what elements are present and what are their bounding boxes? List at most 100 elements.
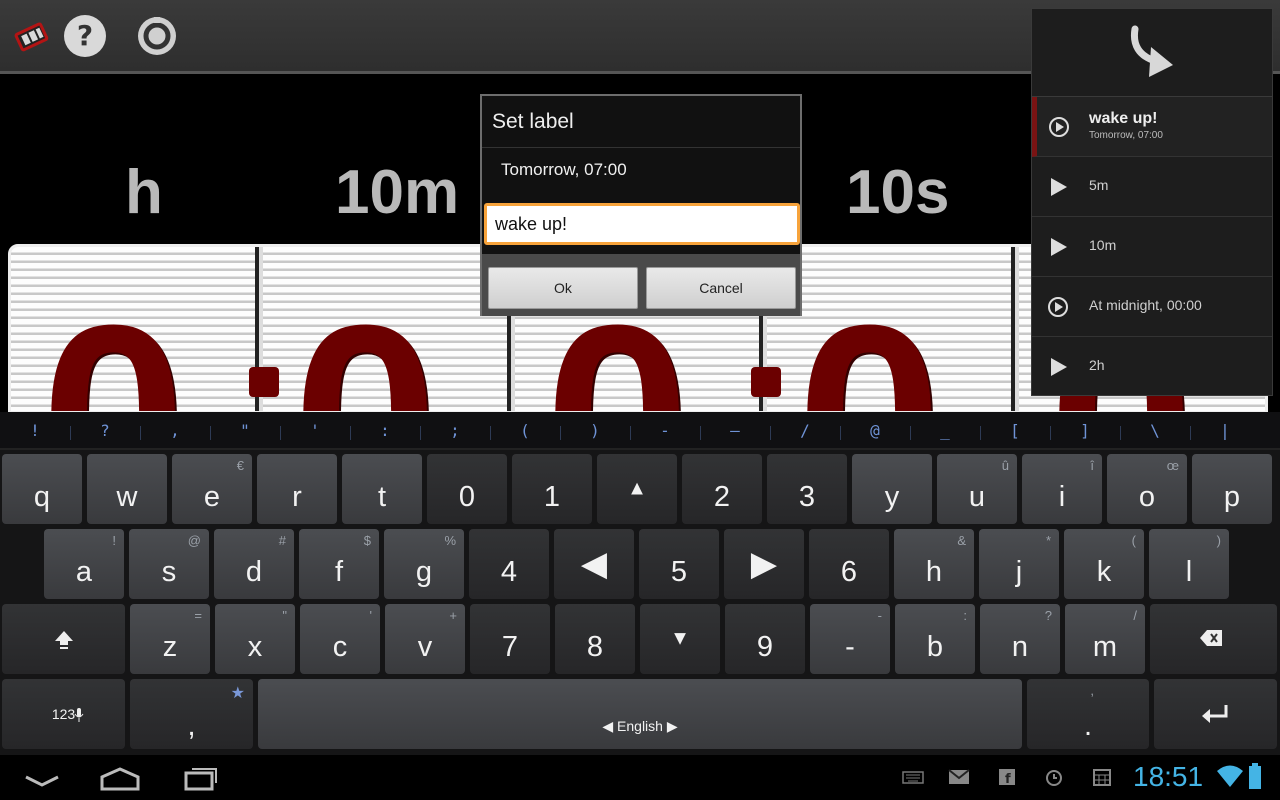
symbol-divider xyxy=(210,426,211,440)
key-label: z xyxy=(162,631,178,663)
minutes-tens-digit: 0 xyxy=(293,287,438,411)
panel-item-wake-up[interactable]: wake up! Tomorrow, 07:00 xyxy=(1032,97,1272,157)
key[interactable]: a! xyxy=(44,529,124,599)
key[interactable]: x " xyxy=(215,604,295,674)
key-label: 7 xyxy=(501,631,519,663)
key[interactable]: r xyxy=(257,454,337,524)
symbol-suggestion[interactable]: \ xyxy=(1120,412,1190,450)
symbol-suggestion[interactable]: : xyxy=(350,412,420,450)
key[interactable]: s @ xyxy=(129,529,209,599)
key-label: 0 xyxy=(458,481,476,513)
enter-key[interactable] xyxy=(1154,679,1277,749)
minutes-tens-reel[interactable]: 0 xyxy=(263,247,511,411)
colon-separator xyxy=(249,367,279,397)
symbol-suggestion[interactable]: ( xyxy=(490,412,560,450)
space-key[interactable]: ◀ English ▶ xyxy=(258,679,1022,749)
recent-apps-icon[interactable] xyxy=(178,763,222,793)
key[interactable]: ▶ xyxy=(724,529,804,599)
panel-item-5m[interactable]: 5m xyxy=(1032,157,1272,217)
panel-item-10m[interactable]: 10m xyxy=(1032,217,1272,277)
panel-item-2h[interactable]: 2h xyxy=(1032,337,1272,397)
key[interactable]: h & xyxy=(894,529,974,599)
key[interactable]: n? xyxy=(980,604,1060,674)
settings-gear-icon[interactable] xyxy=(136,15,178,57)
key[interactable]: f $ xyxy=(299,529,379,599)
key[interactable]: 9 xyxy=(725,604,805,674)
cancel-button[interactable]: Cancel xyxy=(646,267,796,309)
symbol-suggestion[interactable]: ] xyxy=(1050,412,1120,450)
key[interactable]: oœ xyxy=(1107,454,1187,524)
app-logo-icon[interactable] xyxy=(10,15,52,57)
symbol-suggestion[interactable]: _ xyxy=(910,412,980,450)
help-icon[interactable]: ? xyxy=(64,15,106,57)
symbol-suggestion[interactable]: ' xyxy=(280,412,350,450)
key[interactable]: -- xyxy=(810,604,890,674)
symbol-suggestion[interactable]: @ xyxy=(840,412,910,450)
key[interactable]: ▼ xyxy=(640,604,720,674)
key[interactable]: b: xyxy=(895,604,975,674)
label-input[interactable] xyxy=(484,203,800,245)
key-hint: / xyxy=(1133,608,1137,623)
comma-key[interactable]: , ★ xyxy=(130,679,253,749)
backspace-key[interactable] xyxy=(1150,604,1277,674)
mode-switch-key[interactable]: 123 xyxy=(2,679,125,749)
key[interactable]: 5 xyxy=(639,529,719,599)
home-icon[interactable] xyxy=(98,763,142,793)
key-label: u xyxy=(968,481,986,513)
symbol-suggestion[interactable]: / xyxy=(770,412,840,450)
period-key-hint: , xyxy=(1090,683,1094,698)
symbol-suggestion[interactable]: ! xyxy=(0,412,70,450)
key[interactable]: v + xyxy=(385,604,465,674)
key-hint: û xyxy=(1001,458,1009,473)
key[interactable]: uû xyxy=(937,454,1017,524)
key[interactable]: j * xyxy=(979,529,1059,599)
key-label: f xyxy=(334,556,344,588)
key-label: 1 xyxy=(543,481,561,513)
key[interactable]: c ' xyxy=(300,604,380,674)
key[interactable]: 6 xyxy=(809,529,889,599)
key[interactable]: 4 xyxy=(469,529,549,599)
key[interactable]: 8 xyxy=(555,604,635,674)
key[interactable]: d # xyxy=(214,529,294,599)
symbol-suggestion[interactable]: , xyxy=(140,412,210,450)
symbol-suggestion[interactable]: [ xyxy=(980,412,1050,450)
key[interactable]: ◀ xyxy=(554,529,634,599)
key[interactable]: 2 xyxy=(682,454,762,524)
key[interactable]: 7 xyxy=(470,604,550,674)
key[interactable]: 3 xyxy=(767,454,847,524)
symbol-suggestion[interactable]: ) xyxy=(560,412,630,450)
key-hint: ! xyxy=(112,533,116,548)
symbol-suggestion[interactable]: - xyxy=(630,412,700,450)
key[interactable]: k( xyxy=(1064,529,1144,599)
key-label: 6 xyxy=(840,556,858,588)
symbol-suggestion[interactable]: ? xyxy=(70,412,140,450)
panel-item-midnight[interactable]: At midnight, 00:00 xyxy=(1032,277,1272,337)
key[interactable]: g% xyxy=(384,529,464,599)
key[interactable]: q xyxy=(2,454,82,524)
key[interactable]: w xyxy=(87,454,167,524)
key[interactable]: t xyxy=(342,454,422,524)
symbol-divider xyxy=(70,426,71,440)
key[interactable]: 0 xyxy=(427,454,507,524)
symbol-suggestion[interactable]: ; xyxy=(420,412,490,450)
shift-key[interactable] xyxy=(2,604,125,674)
redo-arrow-icon[interactable] xyxy=(1127,23,1177,79)
key[interactable]: y xyxy=(852,454,932,524)
back-icon[interactable] xyxy=(20,763,64,793)
key[interactable]: iî xyxy=(1022,454,1102,524)
symbol-suggestion[interactable]: – xyxy=(700,412,770,450)
symbol-suggestion[interactable]: | xyxy=(1190,412,1260,450)
key[interactable]: m / xyxy=(1065,604,1145,674)
key[interactable]: ▲ xyxy=(597,454,677,524)
seconds-tens-reel[interactable]: 0 xyxy=(767,247,1015,411)
key[interactable]: p xyxy=(1192,454,1272,524)
panel-header[interactable] xyxy=(1032,9,1272,97)
key[interactable]: e € xyxy=(172,454,252,524)
key[interactable]: l) xyxy=(1149,529,1229,599)
symbol-suggestion[interactable]: " xyxy=(210,412,280,450)
ok-button[interactable]: Ok xyxy=(488,267,638,309)
hours-reel[interactable]: 0 xyxy=(11,247,259,411)
key[interactable]: z = xyxy=(130,604,210,674)
key[interactable]: 1 xyxy=(512,454,592,524)
period-key[interactable]: . , xyxy=(1027,679,1149,749)
